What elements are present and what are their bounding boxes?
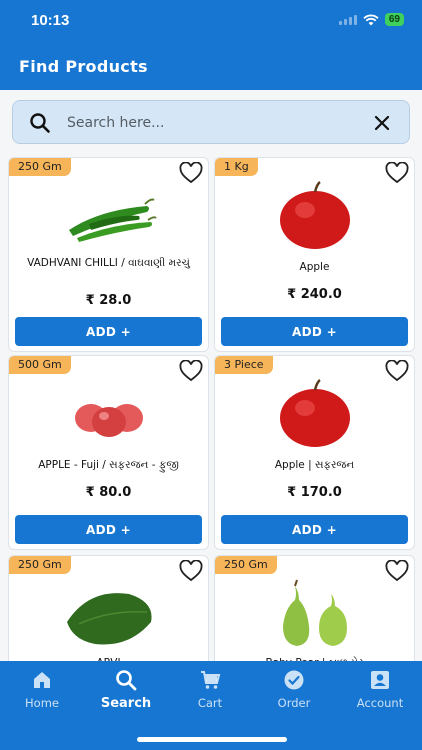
- product-name: Apple: [299, 261, 330, 273]
- nav-order[interactable]: Order: [252, 669, 336, 710]
- arvi-leaf-image: [66, 593, 152, 645]
- home-indicator: [137, 737, 287, 742]
- search-bar: [12, 100, 410, 144]
- add-to-cart-button[interactable]: ADD +: [15, 317, 202, 346]
- product-card[interactable]: 500 Gm APPLE - Fuji / સફરજન - ફુજી ₹ 80.…: [8, 355, 209, 550]
- heart-icon[interactable]: [385, 560, 409, 582]
- nav-search[interactable]: Search: [84, 669, 168, 711]
- green-chilli-image: [68, 198, 157, 242]
- product-name: APPLE - Fuji / સફરજન - ફુજી: [38, 459, 179, 471]
- wifi-icon: [363, 14, 379, 25]
- product-card[interactable]: 250 Gm VADHVANI CHILLI / વાઘવાણી મરચું ₹…: [8, 157, 209, 352]
- product-card[interactable]: 1 Kg Apple ₹ 240.0 ADD +: [214, 157, 415, 352]
- unit-badge: 1 Kg: [215, 158, 258, 176]
- page-title: Find Products: [19, 57, 148, 76]
- nav-cart[interactable]: Cart: [168, 669, 252, 710]
- order-icon: [284, 670, 304, 690]
- heart-icon[interactable]: [385, 360, 409, 382]
- unit-badge: 250 Gm: [215, 556, 277, 574]
- search-icon: [116, 670, 137, 691]
- add-to-cart-button[interactable]: ADD +: [221, 515, 408, 544]
- nav-label: Cart: [197, 696, 223, 710]
- red-apple-image: [279, 378, 350, 447]
- product-card[interactable]: 250 Gm ARVI: [8, 555, 209, 675]
- cart-icon: [201, 671, 221, 689]
- nav-label: Search: [100, 696, 152, 711]
- red-apple-image: [279, 180, 350, 249]
- product-name: VADHVANI CHILLI / વાઘવાણી મરચું: [27, 257, 190, 269]
- battery-icon: 69: [384, 13, 404, 26]
- product-price: ₹ 240.0: [287, 287, 342, 302]
- account-icon: [371, 671, 389, 689]
- status-time: 10:13: [31, 12, 70, 29]
- home-icon: [34, 672, 50, 688]
- product-card[interactable]: 250 Gm Baby Pear | બાળ પેર: [214, 555, 415, 675]
- unit-badge: 3 Piece: [215, 356, 273, 374]
- fuji-apples-image: [74, 404, 143, 437]
- nav-label: Order: [277, 696, 311, 710]
- app-header: 10:13 69 Find Products: [0, 0, 422, 90]
- product-price: ₹ 28.0: [85, 293, 132, 308]
- product-card[interactable]: 3 Piece Apple | સફરજન ₹ 170.0 ADD +: [214, 355, 415, 550]
- add-to-cart-button[interactable]: ADD +: [15, 515, 202, 544]
- nav-account[interactable]: Account: [338, 669, 422, 710]
- status-icons: 69: [338, 13, 404, 26]
- signal-icon: [338, 14, 357, 25]
- close-icon[interactable]: [373, 114, 391, 132]
- heart-icon[interactable]: [179, 162, 203, 184]
- product-price: ₹ 80.0: [85, 485, 132, 500]
- nav-label: Home: [25, 696, 59, 710]
- unit-badge: 250 Gm: [9, 556, 71, 574]
- unit-badge: 500 Gm: [9, 356, 71, 374]
- product-name: Apple | સફરજન: [274, 459, 355, 471]
- heart-icon[interactable]: [179, 560, 203, 582]
- unit-badge: 250 Gm: [9, 158, 71, 176]
- heart-icon[interactable]: [179, 360, 203, 382]
- search-icon: [30, 113, 50, 133]
- product-price: ₹ 170.0: [287, 485, 342, 500]
- nav-home[interactable]: Home: [0, 669, 84, 710]
- heart-icon[interactable]: [385, 162, 409, 184]
- search-input[interactable]: [67, 111, 357, 135]
- green-pears-image: [282, 579, 347, 646]
- add-to-cart-button[interactable]: ADD +: [221, 317, 408, 346]
- nav-label: Account: [356, 696, 404, 710]
